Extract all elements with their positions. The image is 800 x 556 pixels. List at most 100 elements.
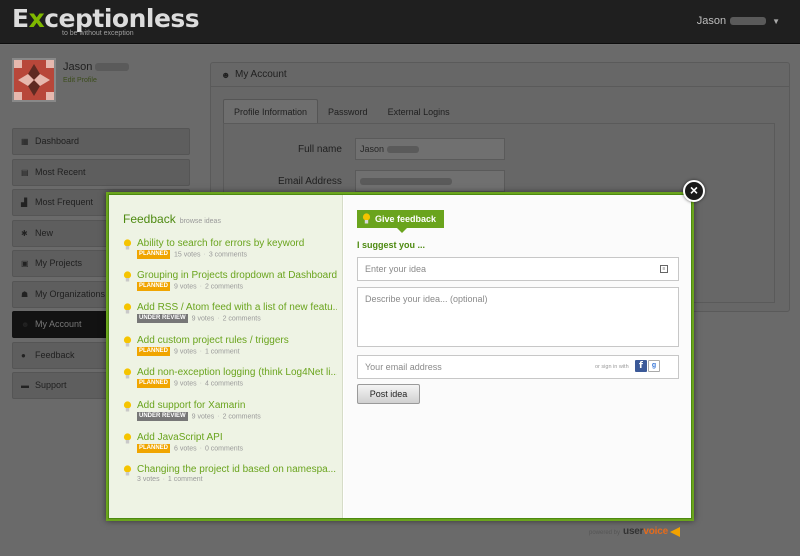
give-feedback-tab[interactable]: Give feedback xyxy=(357,210,445,233)
caret-down-icon: ▼ xyxy=(772,17,780,26)
idea-item[interactable]: Add JavaScript API PLANNED 6 votes · 0 comme… xyxy=(123,432,338,460)
sidebar-item-label: New xyxy=(35,227,54,238)
sidebar-item-label: Feedback xyxy=(35,349,75,360)
modal-frame: Feedback browse ideas Ability to search f… xyxy=(108,194,692,519)
avatar-pattern-icon xyxy=(14,60,54,100)
panel-title: My Account xyxy=(235,69,287,80)
post-idea-button[interactable]: Post idea xyxy=(357,384,420,404)
lightbulb-icon xyxy=(123,401,132,412)
full-name-value: Jason xyxy=(360,144,385,154)
idea-input-icon: ≡ xyxy=(660,265,668,273)
idea-comments: 2 comments xyxy=(222,413,261,421)
logo-x: x xyxy=(28,4,45,33)
comment-icon: ● xyxy=(21,350,26,360)
sidebar-item-label: Most Recent xyxy=(35,166,86,177)
browse-ideas-link[interactable]: browse ideas xyxy=(180,218,221,225)
user-icon: ☻ xyxy=(221,70,231,80)
idea-item[interactable]: Add custom project rules / triggers PLANN… xyxy=(123,335,338,363)
separator-dot: · xyxy=(203,251,206,259)
idea-votes: 3 votes xyxy=(137,476,160,483)
idea-item[interactable]: Add non-exception logging (think Log4Net… xyxy=(123,367,338,395)
lightbulb-icon xyxy=(123,368,132,379)
feedback-modal: Feedback browse ideas Ability to search f… xyxy=(106,192,694,521)
redacted-surname xyxy=(730,17,767,26)
tab-external-logins[interactable]: External Logins xyxy=(378,100,460,124)
idea-votes: 9 votes xyxy=(174,380,197,388)
idea-title[interactable]: Add custom project rules / triggers xyxy=(137,335,337,346)
close-icon[interactable]: × xyxy=(683,180,705,202)
facebook-icon[interactable]: f xyxy=(635,360,647,372)
idea-title[interactable]: Changing the project id based on namespa… xyxy=(137,464,337,475)
separator-dot: · xyxy=(199,283,202,291)
idea-item[interactable]: Add support for Xamarin UNDER REVIEW 9 vot… xyxy=(123,400,338,428)
idea-input[interactable] xyxy=(357,257,679,281)
top-bar: Exceptionless to be without exception Ja… xyxy=(0,0,800,44)
inbox-icon: ▬ xyxy=(21,381,29,390)
idea-item[interactable]: Ability to search for errors by keyword P… xyxy=(123,238,338,266)
email-label: Email Address xyxy=(278,176,342,187)
powered-by-label: powered by xyxy=(589,530,621,536)
powered-by-uservoice[interactable]: powered by uservoice xyxy=(589,526,680,538)
idea-meta: 3 votes · 1 comment xyxy=(137,476,203,483)
user-icon: ☻ xyxy=(21,320,30,329)
separator-dot: · xyxy=(162,476,165,483)
tab-password[interactable]: Password xyxy=(318,100,378,124)
google-icon[interactable]: g xyxy=(648,360,660,372)
sidebar-item-dashboard[interactable]: ▦ Dashboard xyxy=(12,128,190,155)
email-input[interactable] xyxy=(357,355,679,379)
status-badge: PLANNED xyxy=(137,282,171,291)
account-tabs: Profile Information Password External Logi… xyxy=(223,99,460,123)
edit-profile-link[interactable]: Edit Profile xyxy=(63,77,97,84)
idea-item[interactable]: Add RSS / Atom feed with a list of new f… xyxy=(123,302,338,330)
uservoice-logo-voice: voice xyxy=(643,526,668,537)
idea-title[interactable]: Ability to search for errors by keyword xyxy=(137,238,337,249)
suggest-label: I suggest you ... xyxy=(357,240,426,250)
asterisk-icon: ✱ xyxy=(21,228,28,238)
logo-rest: ceptionless xyxy=(44,4,200,33)
idea-title[interactable]: Add JavaScript API xyxy=(137,432,337,443)
give-feedback-label: Give feedback xyxy=(375,214,437,224)
status-badge: PLANNED xyxy=(137,250,171,259)
idea-comments: 1 comment xyxy=(167,476,203,483)
sidebar-item-label: Most Frequent xyxy=(35,197,94,207)
uservoice-logo-user: user xyxy=(623,526,644,537)
idea-title[interactable]: Grouping in Projects dropdown at Dashboa… xyxy=(137,270,337,281)
idea-title[interactable]: Add non-exception logging (think Log4Net… xyxy=(137,367,337,378)
idea-comments: 3 comments xyxy=(208,251,247,259)
idea-meta: PLANNED 15 votes · 3 comments xyxy=(137,250,247,259)
lightbulb-icon xyxy=(123,271,132,282)
idea-title[interactable]: Add RSS / Atom feed with a list of new f… xyxy=(137,302,337,313)
megaphone-icon xyxy=(669,527,680,538)
signal-icon: ▟ xyxy=(21,198,28,207)
sign-in-with-label: or sign in with xyxy=(595,364,629,370)
lightbulb-icon xyxy=(123,336,132,347)
sidebar-item-label: My Organizations xyxy=(35,288,106,299)
user-menu[interactable]: Jason ▼ xyxy=(697,15,780,27)
tab-profile-information[interactable]: Profile Information xyxy=(223,99,319,123)
group-icon: ☗ xyxy=(21,289,29,299)
redacted-surname xyxy=(387,146,420,154)
sidebar-item-label: Support xyxy=(35,380,67,390)
idea-comments: 2 comments xyxy=(204,283,244,291)
give-feedback-pane: Give feedback I suggest you ... ≡ or sig… xyxy=(344,195,691,518)
sidebar-item-label: My Projects xyxy=(35,258,83,268)
status-badge: PLANNED xyxy=(137,444,171,453)
app-tagline: to be without exception xyxy=(62,30,134,37)
full-name-field[interactable]: Jason xyxy=(355,138,505,160)
lightbulb-icon xyxy=(123,239,132,250)
app-logo[interactable]: Exceptionless xyxy=(12,4,200,33)
avatar xyxy=(12,58,56,102)
calendar-icon: ▤ xyxy=(21,167,29,177)
email-field[interactable] xyxy=(355,170,505,192)
idea-item[interactable]: Grouping in Projects dropdown at Dashboa… xyxy=(123,270,338,298)
separator-dot: · xyxy=(199,380,202,388)
separator-dot: · xyxy=(199,348,202,356)
idea-title[interactable]: Add support for Xamarin xyxy=(137,400,337,411)
full-name-label: Full name xyxy=(298,144,342,155)
panel-header: ☻ My Account xyxy=(211,63,789,87)
idea-comments: 2 comments xyxy=(222,315,261,323)
idea-votes: 9 votes xyxy=(191,315,215,323)
idea-description-input[interactable] xyxy=(357,287,679,347)
redacted-surname xyxy=(95,63,130,72)
sidebar-item-most-recent[interactable]: ▤ Most Recent xyxy=(12,158,190,186)
